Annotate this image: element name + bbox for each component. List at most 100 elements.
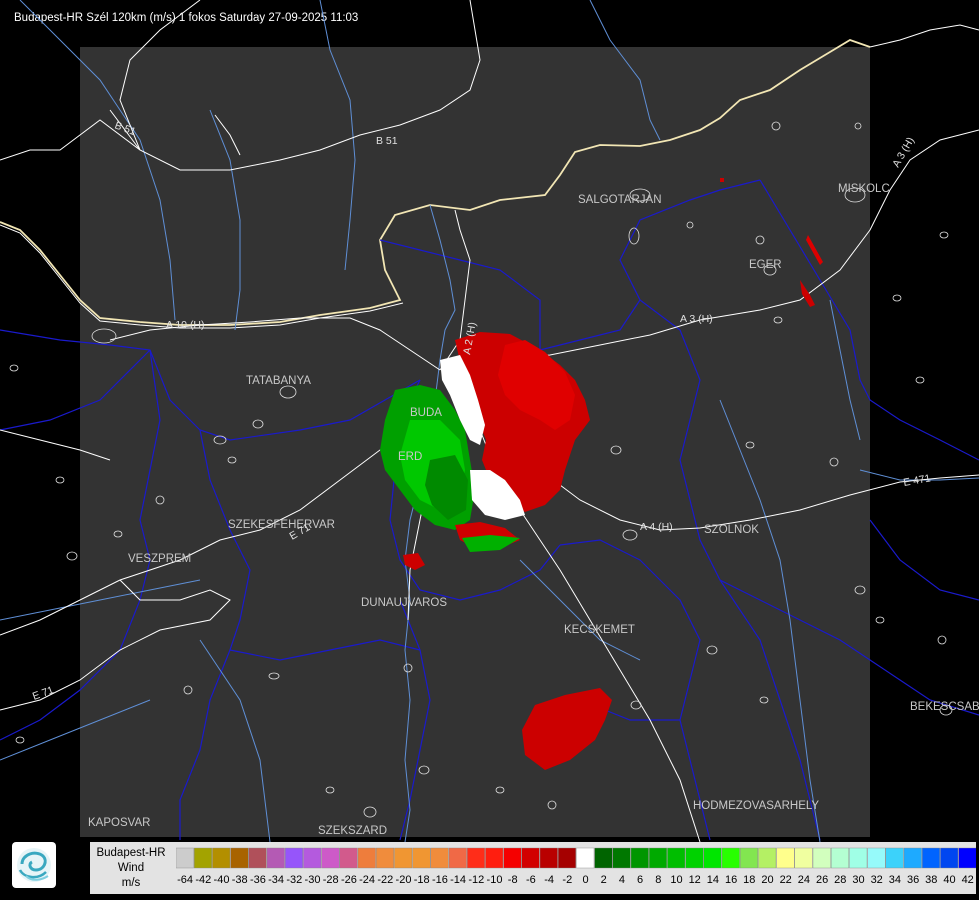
legend-swatch <box>794 847 813 869</box>
legend-tick-label: 14 <box>706 874 720 886</box>
legend-tick-label: -8 <box>507 874 518 886</box>
legend-title-line: Wind <box>117 862 145 874</box>
legend-tick-label: 38 <box>925 874 938 886</box>
road-label: E 71 <box>31 684 56 703</box>
legend-tick-label: -28 <box>322 874 339 886</box>
legend-swatch <box>903 847 922 869</box>
legend-tick-labels: -64 -42 -40 -38 -36 -34 -32 -30 -28 -26 -24 -22 -20-… <box>176 874 976 888</box>
legend-swatch <box>357 847 376 869</box>
legend-tick-label: 8 <box>655 874 662 886</box>
weather-service-swirl-icon <box>17 848 51 882</box>
legend-swatch <box>630 847 649 869</box>
legend-swatch <box>721 847 740 869</box>
legend-swatch <box>521 847 540 869</box>
legend-swatch <box>612 847 631 869</box>
legend-swatch <box>922 847 941 869</box>
legend-tick-label: -6 <box>526 874 536 886</box>
legend-tick-label: -26 <box>340 874 357 886</box>
legend-swatch <box>321 847 340 869</box>
legend-swatch <box>430 847 449 869</box>
legend-swatch <box>667 847 686 869</box>
legend-tick-label: 42 <box>961 874 974 886</box>
radar-map: SALGOTARJAN MISKOLC EGER TATABANYA BUDA … <box>0 0 979 842</box>
legend-swatch <box>503 847 522 869</box>
legend-swatch <box>230 847 249 869</box>
legend-swatch <box>831 847 850 869</box>
city-label: SZEKSZARD <box>318 825 387 837</box>
legend-tick-label: -4 <box>544 874 554 886</box>
legend-swatch <box>284 847 303 869</box>
city-label: SZEKESFEHERVAR <box>228 519 335 531</box>
legend-swatch <box>448 847 467 869</box>
legend-swatch <box>375 847 394 869</box>
city-label: BEKESCSABA <box>910 701 979 713</box>
legend-tick-label: 18 <box>743 874 756 886</box>
legend-swatch <box>303 847 322 869</box>
legend-tick-label: 10 <box>670 874 683 886</box>
legend-tick-label: -64 <box>177 874 194 886</box>
legend-tick-label: 4 <box>618 874 625 886</box>
legend-swatch <box>339 847 358 869</box>
city-label: ERD <box>398 451 422 463</box>
city-label: SZOLNOK <box>704 524 759 536</box>
legend-swatch <box>412 847 431 869</box>
city-label: BUDA <box>410 407 442 419</box>
legend-tick-label: 22 <box>779 874 792 886</box>
legend-tick-label: -36 <box>249 874 266 886</box>
city-label: KAPOSVAR <box>88 817 150 829</box>
legend-tick-label: -18 <box>413 874 430 886</box>
legend-swatch <box>776 847 795 869</box>
legend-tick-label: 20 <box>761 874 774 886</box>
legend-tick-label: -12 <box>468 874 485 886</box>
legend-swatch <box>558 847 577 869</box>
city-label: HODMEZOVASARHELY <box>693 800 819 812</box>
legend-swatch <box>394 847 413 869</box>
legend-tick-label: 24 <box>797 874 811 886</box>
road-label: B 51 <box>376 135 398 147</box>
legend-swatch <box>539 847 558 869</box>
legend-swatch <box>867 847 886 869</box>
legend-tick-label: -42 <box>195 874 212 886</box>
legend-title-line: m/s <box>121 877 141 889</box>
legend-tick-label: 0 <box>582 874 589 886</box>
city-label: KECSKEMET <box>564 624 635 636</box>
legend-tick-label: -22 <box>377 874 394 886</box>
city-label: EGER <box>749 259 782 271</box>
legend-swatch <box>176 847 194 869</box>
legend-swatch <box>194 847 213 869</box>
legend-tick-label: -24 <box>359 874 376 886</box>
legend-swatch <box>212 847 231 869</box>
weather-service-logo <box>12 842 56 888</box>
legend-tick-label: -20 <box>395 874 412 886</box>
legend-title: Budapest-HR Wind m/s <box>92 846 170 891</box>
city-label: DUNAUJVAROS <box>361 597 447 609</box>
legend-tick-label: 36 <box>906 874 920 886</box>
city-label: MISKOLC <box>838 183 890 195</box>
legend-tick-label: 2 <box>600 874 607 886</box>
legend-color-scale <box>176 847 976 869</box>
legend-tick-label: 40 <box>943 874 956 886</box>
legend-tick-label: -2 <box>562 874 573 886</box>
legend-swatch <box>467 847 486 869</box>
legend-swatch <box>812 847 831 869</box>
legend-tick-label: 12 <box>688 874 701 886</box>
legend-swatch <box>248 847 267 869</box>
legend-swatch <box>576 847 595 869</box>
legend-swatch <box>266 847 285 869</box>
legend-swatch <box>758 847 777 869</box>
legend-tick-label: -38 <box>231 874 248 886</box>
legend-swatch <box>885 847 904 869</box>
legend-tick-label: -10 <box>486 874 503 886</box>
legend-tick-label: -14 <box>450 874 467 886</box>
legend-tick-label: -16 <box>431 874 448 886</box>
legend-swatch <box>940 847 959 869</box>
legend-tick-label: -34 <box>268 874 285 886</box>
legend-tick-label: 6 <box>637 874 644 886</box>
legend-swatch <box>594 847 613 869</box>
legend-tick-label: 34 <box>888 874 902 886</box>
legend-tick-label: 32 <box>870 874 883 886</box>
legend-swatch <box>685 847 704 869</box>
legend-swatch <box>485 847 504 869</box>
legend-tick-label: 26 <box>815 874 829 886</box>
legend-tick-label: -32 <box>286 874 303 886</box>
